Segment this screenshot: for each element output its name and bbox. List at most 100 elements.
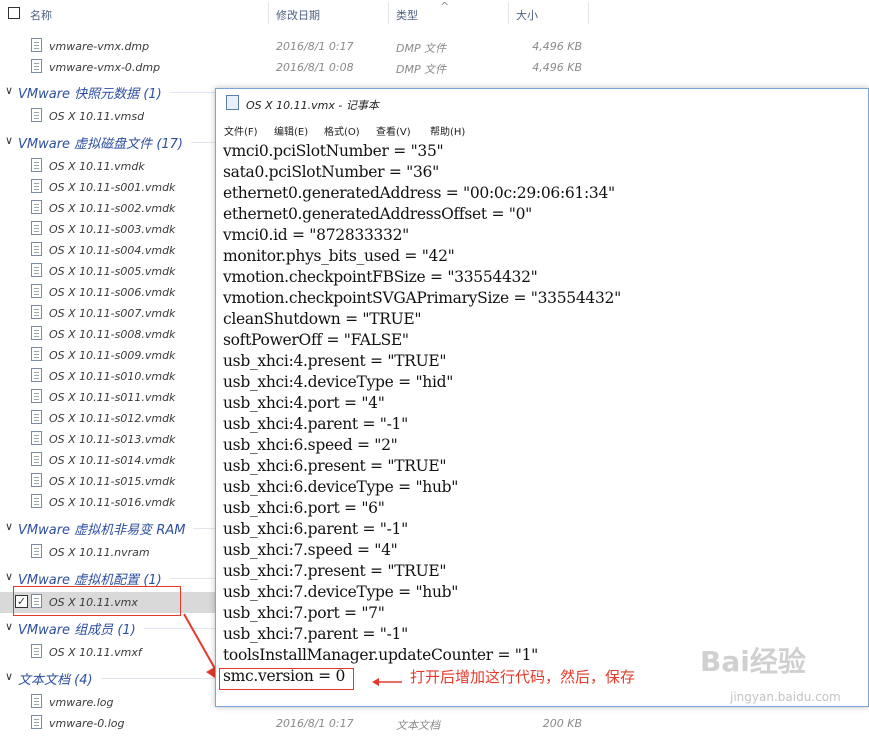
list-item[interactable]: vmware-vmx-0.dmp 2016/8/1 0:08 DMP 文件 4,… [0,57,869,78]
highlight-box [219,668,354,690]
menu-view[interactable]: 查看(V) [376,123,411,138]
file-icon [31,494,45,510]
file-icon [31,544,45,560]
file-date: 2016/8/1 0:17 [276,717,354,730]
text-line: vmotion.checkpointSVGAPrimarySize = "335… [223,289,621,307]
file-icon [31,59,45,75]
column-separator [508,2,509,24]
file-date: 2016/8/1 0:08 [276,61,354,74]
text-line: usb_xhci:6.speed = "2" [223,436,398,454]
file-name: OS X 10.11.vmsd [49,110,145,123]
file-name: OS X 10.11-s002.vmdk [49,202,176,215]
menu-file[interactable]: 文件(F) [224,123,258,138]
file-icon [31,431,45,447]
column-name[interactable]: 名称 [30,7,52,23]
chevron-down-icon: ∨ [5,134,14,147]
chevron-down-icon: ∨ [5,520,14,533]
arrow-left-icon [372,678,402,686]
group-title: VMware 虚拟机非易变 RAM [18,523,186,538]
menu-format[interactable]: 格式(O) [324,123,360,138]
file-icon [31,263,45,279]
file-name: OS X 10.11-s011.vmdk [49,391,176,404]
file-name: OS X 10.11.nvram [49,546,150,559]
column-type[interactable]: 类型 [396,7,418,23]
file-name: vmware-vmx-0.dmp [49,61,161,74]
column-separator [388,2,389,24]
file-date: 2016/8/1 0:17 [276,40,354,53]
file-name: OS X 10.11-s015.vmdk [49,475,176,488]
file-name: OS X 10.11-s016.vmdk [49,496,176,509]
list-item[interactable]: vmware-vmx.dmp 2016/8/1 0:17 DMP 文件 4,49… [0,36,869,57]
watermark-url: jingyan.baidu.com [730,690,841,704]
text-line: usb_xhci:7.deviceType = "hub" [223,583,459,601]
menu-edit[interactable]: 编辑(E) [274,123,308,138]
group-title: VMware 组成员 (1) [18,623,136,638]
sort-up-icon: ^ [440,0,450,13]
watermark-logo: Bai经验 [700,645,806,678]
column-separator [588,2,589,24]
file-icon [31,368,45,384]
file-icon [31,158,45,174]
text-line: usb_xhci:4.parent = "-1" [223,415,408,433]
file-name: OS X 10.11-s005.vmdk [49,265,176,278]
text-line: cleanShutdown = "TRUE" [223,310,422,328]
file-name: OS X 10.11.vmdk [49,160,145,173]
file-name: vmware.log [49,696,114,709]
file-name: OS X 10.11-s004.vmdk [49,244,176,257]
text-line: ethernet0.generatedAddressOffset = "0" [223,205,532,223]
group-title: VMware 虚拟磁盘文件 (17) [18,137,184,152]
file-name: OS X 10.11-s013.vmdk [49,433,176,446]
menu-bar: 文件(F) 编辑(E) 格式(O) 查看(V) 帮助(H) [216,119,868,139]
file-size: 200 KB [542,717,582,730]
text-line: usb_xhci:6.parent = "-1" [223,520,408,538]
text-line: usb_xhci:7.present = "TRUE" [223,562,447,580]
text-line: usb_xhci:7.speed = "4" [223,541,398,559]
column-header: 名称 修改日期 类型 ^ 大小 [0,0,869,26]
notepad-titlebar[interactable]: OS X 10.11.vmx - 记事本 [216,89,868,119]
file-name: OS X 10.11-s008.vmdk [49,328,176,341]
file-icon [31,305,45,321]
notepad-icon [226,95,239,110]
file-icon [31,473,45,489]
file-icon [31,38,45,54]
file-name: vmware-0.log [49,717,125,730]
text-editor[interactable]: vmci0.pciSlotNumber = "35" sata0.pciSlotN… [223,141,863,687]
text-line: vmci0.pciSlotNumber = "35" [223,142,444,160]
group-title: VMware 快照元数据 (1) [18,87,162,102]
file-name: OS X 10.11-s001.vmdk [49,181,176,194]
file-icon [31,108,45,124]
file-name: OS X 10.11-s009.vmdk [49,349,176,362]
column-separator [268,2,269,24]
menu-help[interactable]: 帮助(H) [430,123,465,138]
select-all-checkbox[interactable] [8,7,20,19]
file-type: DMP 文件 [396,42,447,55]
file-name: vmware-vmx.dmp [49,40,150,53]
file-icon [31,452,45,468]
text-line: usb_xhci:4.port = "4" [223,394,385,412]
file-icon [31,221,45,237]
file-size: 4,496 KB [532,61,582,74]
file-name: OS X 10.11-s012.vmdk [49,412,176,425]
file-icon [31,326,45,342]
text-line: usb_xhci:6.present = "TRUE" [223,457,447,475]
group-title: 文本文档 (4) [18,673,93,688]
column-modified[interactable]: 修改日期 [276,7,320,23]
file-icon [31,242,45,258]
file-icon [31,347,45,363]
notepad-window: OS X 10.11.vmx - 记事本 文件(F) 编辑(E) 格式(O) 查… [215,88,869,707]
text-line: usb_xhci:4.present = "TRUE" [223,352,447,370]
text-line: ethernet0.generatedAddress = "00:0c:29:0… [223,184,615,202]
column-size[interactable]: 大小 [516,7,538,23]
file-size: 4,496 KB [532,40,582,53]
text-line: usb_xhci:6.deviceType = "hub" [223,478,459,496]
highlight-box [13,586,181,616]
chevron-down-icon: ∨ [5,84,14,97]
text-line: usb_xhci:7.port = "7" [223,604,385,622]
file-name: OS X 10.11-s003.vmdk [49,223,176,236]
text-line: usb_xhci:6.port = "6" [223,499,385,517]
file-name: OS X 10.11-s010.vmdk [49,370,176,383]
list-item[interactable]: vmware-0.log 2016/8/1 0:17 文本文档 200 KB [0,713,869,734]
text-line: vmotion.checkpointFBSize = "33554432" [223,268,538,286]
file-name: OS X 10.11-s007.vmdk [49,307,176,320]
text-line: usb_xhci:4.deviceType = "hid" [223,373,454,391]
